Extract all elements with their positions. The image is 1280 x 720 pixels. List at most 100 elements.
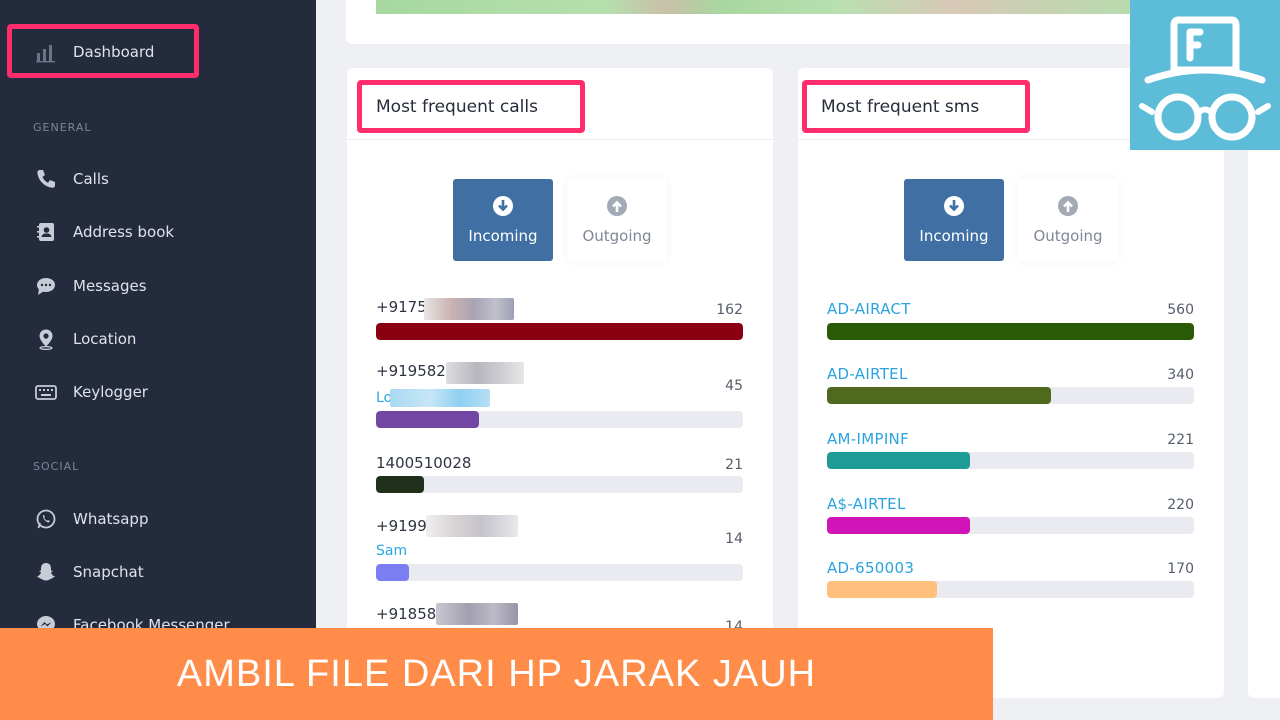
phone-number: 1400510028	[376, 454, 472, 472]
map-card	[346, 0, 1146, 44]
sidebar: Dashboard GENERAL Calls Address book Mes…	[0, 0, 316, 720]
phone-number: +9175	[376, 298, 427, 316]
sms-count: 221	[1167, 432, 1194, 448]
redacted-block	[390, 389, 490, 407]
outgoing-button[interactable]: Outgoing	[1018, 179, 1118, 261]
third-card	[1248, 68, 1280, 698]
progress-fill	[376, 476, 424, 493]
redacted-block	[426, 515, 518, 537]
progress-fill	[827, 387, 1051, 404]
sidebar-item-whatsapp[interactable]: Whatsapp	[33, 504, 148, 534]
title-banner: AMBIL FILE DARI HP JARAK JAUH	[0, 628, 993, 720]
sender-name: AD-AIRACT	[827, 300, 911, 318]
title-highlight: Most frequent calls	[357, 80, 585, 133]
progress-fill	[376, 411, 479, 428]
call-count: 21	[725, 457, 743, 473]
sidebar-item-label: Dashboard	[73, 43, 155, 61]
sender-name: AD-AIRTEL	[827, 365, 908, 383]
arrow-up-circle-icon	[607, 196, 627, 216]
map-preview[interactable]	[376, 0, 1140, 14]
progress-fill	[376, 564, 410, 581]
sidebar-item-dashboard[interactable]: Dashboard	[33, 37, 154, 67]
button-label: Incoming	[468, 227, 538, 245]
sidebar-item-label: Address book	[73, 223, 175, 241]
sidebar-item-address-book[interactable]: Address book	[33, 217, 174, 247]
spy-logo	[1130, 0, 1280, 150]
sidebar-item-messages[interactable]: Messages	[33, 271, 147, 301]
progress-bar	[827, 387, 1194, 404]
sidebar-item-label: Location	[73, 330, 137, 348]
list-item[interactable]: A$-AIRTEL 220	[827, 495, 1194, 537]
progress-bar	[376, 411, 743, 428]
outgoing-button[interactable]: Outgoing	[567, 179, 667, 261]
progress-bar	[827, 323, 1194, 340]
bar-chart-icon	[33, 41, 59, 63]
progress-bar	[827, 581, 1194, 598]
contacts-icon	[33, 221, 59, 243]
redacted-block	[446, 362, 524, 384]
list-item[interactable]: AM-IMPINF 221	[827, 430, 1194, 472]
sender-name: AD-650003	[827, 559, 915, 577]
incoming-button[interactable]: Incoming	[453, 179, 553, 261]
list-item[interactable]: +9175 162	[376, 298, 743, 342]
sms-count: 560	[1167, 302, 1194, 318]
card-title: Most frequent sms	[821, 96, 980, 117]
arrow-down-circle-icon	[944, 196, 964, 216]
spy-hat-glasses-icon	[1139, 16, 1271, 141]
sms-count: 170	[1167, 561, 1194, 577]
call-count: 162	[716, 302, 743, 318]
section-label-social: SOCIAL	[33, 460, 80, 473]
whatsapp-icon	[33, 508, 59, 530]
sender-name: AM-IMPINF	[827, 430, 909, 448]
button-label: Outgoing	[1033, 227, 1103, 245]
chat-icon	[33, 275, 59, 297]
redacted-block	[436, 603, 518, 625]
list-item[interactable]: 1400510028 21	[376, 454, 743, 498]
phone-icon	[33, 168, 59, 190]
button-label: Incoming	[919, 227, 989, 245]
list-item[interactable]: AD-AIRACT 560	[827, 300, 1194, 342]
redacted-block	[424, 298, 514, 320]
keyboard-icon	[33, 381, 59, 403]
section-label-general: GENERAL	[33, 121, 92, 134]
card-header: Most frequent calls	[347, 68, 773, 140]
progress-fill	[376, 323, 743, 340]
list-item[interactable]: AD-650003 170	[827, 559, 1194, 601]
contact-name: Sam	[376, 543, 408, 559]
phone-number: +91858	[376, 605, 437, 623]
arrow-up-circle-icon	[1058, 196, 1078, 216]
snapchat-icon	[33, 561, 59, 583]
list-item[interactable]: +919582 Lo 45	[376, 362, 743, 428]
frequent-sms-card: Most frequent sms Incoming Outgoing AD-A…	[798, 68, 1224, 698]
incoming-button[interactable]: Incoming	[904, 179, 1004, 261]
progress-fill	[827, 517, 971, 534]
sidebar-item-keylogger[interactable]: Keylogger	[33, 377, 148, 407]
progress-bar	[827, 517, 1194, 534]
sidebar-item-label: Snapchat	[73, 563, 144, 581]
button-label: Outgoing	[582, 227, 652, 245]
sidebar-item-label: Whatsapp	[73, 510, 149, 528]
list-item[interactable]: AD-AIRTEL 340	[827, 365, 1194, 407]
arrow-down-circle-icon	[493, 196, 513, 216]
frequent-calls-card: Most frequent calls Incoming Outgoing +9…	[347, 68, 773, 698]
phone-number: +919582	[376, 362, 446, 380]
progress-bar	[376, 564, 743, 581]
card-title: Most frequent calls	[376, 96, 538, 117]
progress-bar	[376, 323, 743, 340]
title-highlight: Most frequent sms	[802, 80, 1030, 133]
sidebar-item-calls[interactable]: Calls	[33, 164, 109, 194]
sidebar-item-snapchat[interactable]: Snapchat	[33, 557, 144, 587]
sms-count: 340	[1167, 367, 1194, 383]
sidebar-item-location[interactable]: Location	[33, 324, 136, 354]
sms-count: 220	[1167, 497, 1194, 513]
list-item[interactable]: +9199 Sam 14	[376, 515, 743, 583]
call-count: 14	[725, 531, 743, 547]
phone-number: +9199	[376, 517, 427, 535]
progress-fill	[827, 581, 938, 598]
sidebar-item-label: Messages	[73, 277, 147, 295]
progress-bar	[376, 476, 743, 493]
progress-fill	[827, 323, 1194, 340]
progress-fill	[827, 452, 971, 469]
progress-bar	[827, 452, 1194, 469]
location-pin-icon	[33, 328, 59, 350]
